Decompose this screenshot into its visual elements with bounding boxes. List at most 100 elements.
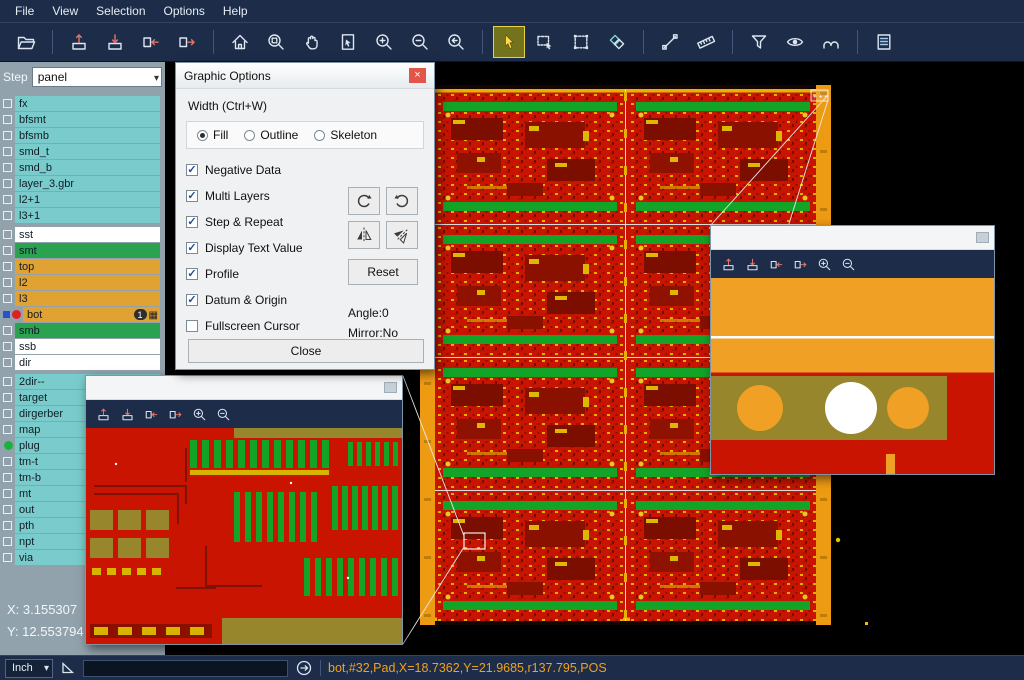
zoom-out-button[interactable] <box>216 407 231 422</box>
menu-item-file[interactable]: File <box>6 1 43 21</box>
layer-row-bfsmt[interactable]: bfsmt <box>2 112 165 127</box>
export-step-button[interactable] <box>96 407 111 422</box>
layer-checkbox[interactable] <box>3 425 12 434</box>
view-eye-button[interactable] <box>780 27 810 57</box>
measure-line-button[interactable] <box>655 27 685 57</box>
select-arrow-button[interactable] <box>494 27 524 57</box>
layer-row-smd_t[interactable]: smd_t <box>2 144 165 159</box>
export-step-button[interactable] <box>64 27 94 57</box>
menu-item-options[interactable]: Options <box>155 1 214 21</box>
option-datum-origin[interactable]: Datum & Origin <box>186 287 348 313</box>
layer-checkbox[interactable] <box>3 473 12 482</box>
reset-button[interactable]: Reset <box>348 259 418 285</box>
import-step-button[interactable] <box>745 257 760 272</box>
zoom-out-button[interactable] <box>841 257 856 272</box>
layer-row-fx[interactable]: fx <box>2 96 165 111</box>
left-magnifier-titlebar[interactable] <box>86 376 402 400</box>
measure-ruler-button[interactable] <box>691 27 721 57</box>
option-fullscreen-cursor[interactable]: Fullscreen Cursor <box>186 313 348 339</box>
layer-checkbox[interactable] <box>3 537 12 546</box>
right-magnifier-view[interactable] <box>711 278 994 474</box>
option-negative-data[interactable]: Negative Data <box>186 157 348 183</box>
layer-row-top[interactable]: top <box>2 259 165 274</box>
step-select[interactable]: panel <box>32 67 162 87</box>
report-button[interactable] <box>869 27 899 57</box>
layer-row-ssb[interactable]: ssb <box>2 339 165 354</box>
zoom-window-button[interactable] <box>261 27 291 57</box>
layer-checkbox[interactable] <box>3 342 12 351</box>
layer-row-smb[interactable]: smb <box>2 323 165 338</box>
import-step-button[interactable] <box>100 27 130 57</box>
export-step-button[interactable] <box>721 257 736 272</box>
zoom-out-button[interactable] <box>405 27 435 57</box>
layer-row-l2[interactable]: l2 <box>2 275 165 290</box>
layer-checkbox[interactable] <box>3 211 12 220</box>
layer-checkbox[interactable] <box>3 246 12 255</box>
export-right-button[interactable] <box>168 407 183 422</box>
layer-row-l3[interactable]: l3 <box>2 291 165 306</box>
layer-checkbox[interactable] <box>3 393 12 402</box>
layer-row-layer_3.gbr[interactable]: layer_3.gbr <box>2 176 165 191</box>
layer-row-l3+1[interactable]: l3+1 <box>2 208 165 223</box>
right-magnifier-titlebar[interactable] <box>711 226 994 250</box>
layer-checkbox[interactable] <box>3 553 12 562</box>
layer-row-l2+1[interactable]: l2+1 <box>2 192 165 207</box>
dialog-titlebar[interactable]: Graphic Options <box>176 63 434 89</box>
layer-checkbox[interactable] <box>3 377 12 386</box>
layer-checkbox[interactable] <box>3 179 12 188</box>
layers-diamond-button[interactable] <box>602 27 632 57</box>
page-select-button[interactable] <box>333 27 363 57</box>
layer-checkbox[interactable] <box>3 262 12 271</box>
zoom-in-button[interactable] <box>817 257 832 272</box>
layer-checkbox[interactable] <box>3 521 12 530</box>
layer-checkbox[interactable] <box>3 131 12 140</box>
option-profile[interactable]: Profile <box>186 261 348 287</box>
menu-item-view[interactable]: View <box>43 1 87 21</box>
layer-checkbox[interactable] <box>3 326 12 335</box>
rotate-cw-button[interactable] <box>348 187 380 215</box>
left-magnifier-view[interactable] <box>86 428 402 644</box>
layer-row-smt[interactable]: smt <box>2 243 165 258</box>
layer-checkbox[interactable] <box>3 195 12 204</box>
option-display-text-value[interactable]: Display Text Value <box>186 235 348 261</box>
fill-mode-outline[interactable]: Outline <box>244 128 298 142</box>
option-step-repeat[interactable]: Step & Repeat <box>186 209 348 235</box>
layer-checkbox[interactable] <box>3 115 12 124</box>
layer-row-bfsmb[interactable]: bfsmb <box>2 128 165 143</box>
window-button-icon[interactable] <box>384 382 397 393</box>
layer-checkbox[interactable] <box>3 163 12 172</box>
mirror-horizontal-button[interactable] <box>348 221 380 249</box>
import-left-button[interactable] <box>144 407 159 422</box>
transform-select-button[interactable] <box>566 27 596 57</box>
fill-mode-skeleton[interactable]: Skeleton <box>314 128 377 142</box>
layer-checkbox[interactable] <box>3 489 12 498</box>
filter-button[interactable] <box>744 27 774 57</box>
zoom-previous-button[interactable] <box>441 27 471 57</box>
zoom-in-button[interactable] <box>192 407 207 422</box>
unit-select[interactable]: Inch <box>5 659 53 678</box>
layer-row-sst[interactable]: sst <box>2 227 165 242</box>
menu-item-selection[interactable]: Selection <box>87 1 154 21</box>
mirror-diagonal-button[interactable] <box>386 221 418 249</box>
layer-checkbox[interactable] <box>3 99 12 108</box>
pan-hand-button[interactable] <box>297 27 327 57</box>
layer-row-bot[interactable]: bot1 <box>2 307 165 322</box>
window-button-icon[interactable] <box>976 232 989 243</box>
layer-checkbox[interactable] <box>3 457 12 466</box>
layer-row-dir[interactable]: dir <box>2 355 165 370</box>
layer-checkbox[interactable] <box>3 147 12 156</box>
layer-checkbox[interactable] <box>3 505 12 514</box>
loop-search-button[interactable] <box>816 27 846 57</box>
close-icon[interactable] <box>409 68 426 83</box>
open-file-button[interactable] <box>11 27 41 57</box>
layer-checkbox[interactable] <box>3 358 12 367</box>
fill-mode-fill[interactable]: Fill <box>197 128 228 142</box>
layer-checkbox[interactable] <box>3 278 12 287</box>
marquee-select-button[interactable] <box>530 27 560 57</box>
zoom-in-button[interactable] <box>369 27 399 57</box>
dialog-close-button[interactable]: Close <box>188 339 424 363</box>
home-view-button[interactable] <box>225 27 255 57</box>
rotate-ccw-button[interactable] <box>386 187 418 215</box>
import-left-button[interactable] <box>136 27 166 57</box>
layer-checkbox[interactable] <box>3 294 12 303</box>
